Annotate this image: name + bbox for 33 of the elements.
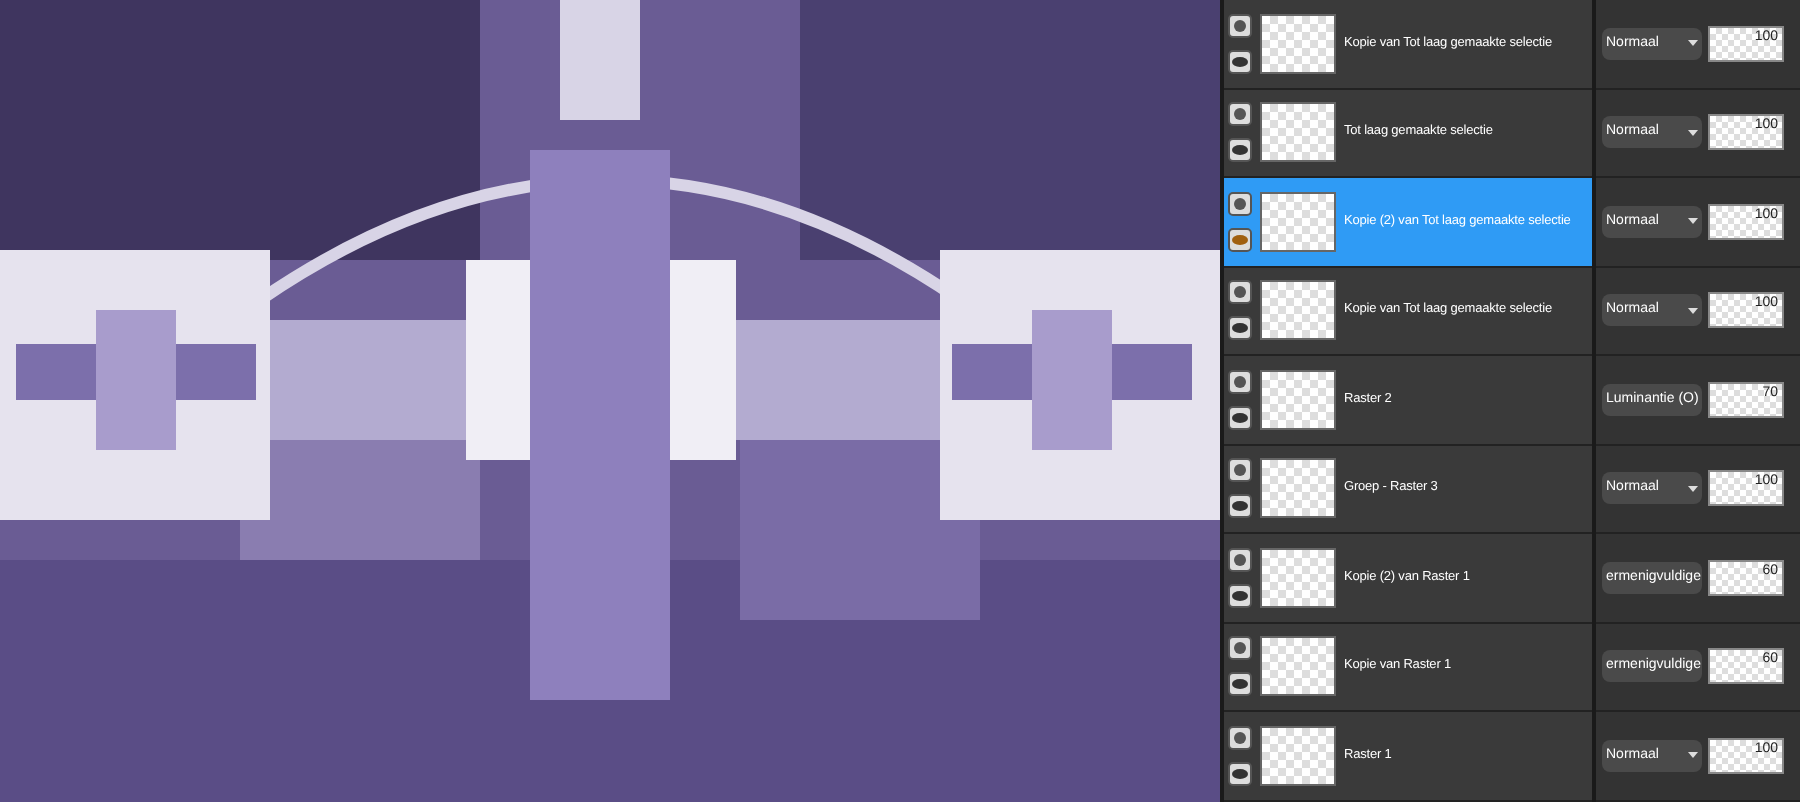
layer-thumbnail: [1260, 13, 1336, 74]
layer-thumbnail: [1260, 458, 1336, 519]
mask-icon[interactable]: [1228, 547, 1252, 572]
eye-icon[interactable]: [1228, 49, 1252, 74]
layer-thumbnail: [1260, 369, 1336, 430]
eye-icon[interactable]: [1228, 405, 1252, 430]
caret-icon: [1688, 307, 1698, 314]
layer-thumbnail: [1260, 102, 1336, 163]
eye-icon[interactable]: [1228, 316, 1252, 341]
eye-icon[interactable]: [1228, 494, 1252, 519]
mask-icon[interactable]: [1228, 369, 1252, 394]
mask-icon[interactable]: [1228, 280, 1252, 305]
eye-icon[interactable]: [1228, 583, 1252, 608]
layer-thumbnail: [1260, 636, 1336, 697]
eye-icon[interactable]: [1228, 672, 1252, 697]
mask-icon[interactable]: [1228, 13, 1252, 38]
mask-icon[interactable]: [1228, 191, 1252, 216]
mask-icon[interactable]: [1228, 636, 1252, 661]
eye-icon[interactable]: [1228, 227, 1252, 252]
layer-thumbnail: [1260, 547, 1336, 608]
caret-icon: [1688, 752, 1698, 759]
mask-icon[interactable]: [1228, 725, 1252, 750]
mask-icon[interactable]: [1228, 102, 1252, 127]
layer-thumbnail: [1260, 280, 1336, 341]
caret-icon: [1688, 218, 1698, 225]
caret-icon: [1688, 129, 1698, 136]
mask-icon[interactable]: [1228, 458, 1252, 483]
eye-icon[interactable]: [1228, 761, 1252, 786]
layer-thumbnail: [1260, 191, 1336, 252]
caret-icon: [1688, 40, 1698, 47]
layer-thumbnail: [1260, 725, 1336, 786]
eye-icon[interactable]: [1228, 138, 1252, 163]
caret-icon: [1688, 485, 1698, 492]
